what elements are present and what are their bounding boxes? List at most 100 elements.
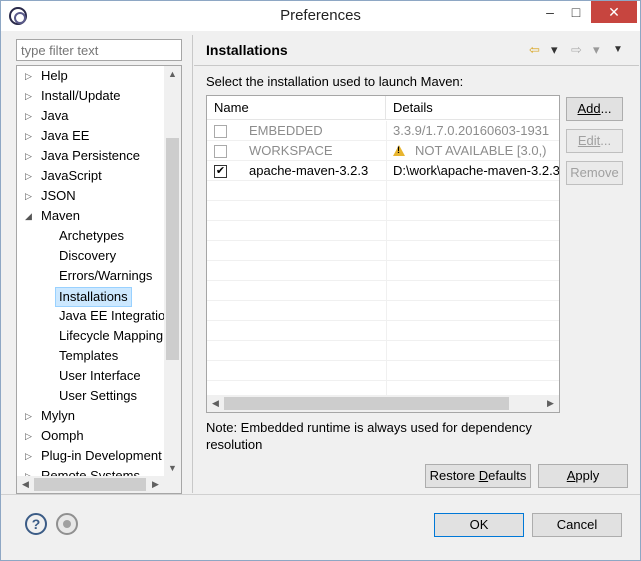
close-button[interactable]: ✕ — [591, 1, 637, 23]
forward-arrow-icon[interactable]: ⇨ — [571, 41, 582, 59]
filter-input[interactable] — [16, 39, 182, 61]
add-button-ellipsis: ... — [600, 101, 612, 116]
tree-item-label: Maven — [41, 208, 81, 223]
tree-horizontal-scrollbar[interactable]: ◀ ▶ — [17, 476, 181, 493]
column-separator — [386, 301, 387, 321]
scroll-corner — [164, 476, 181, 493]
tree-item-label: Java EE — [41, 128, 90, 143]
view-menu-icon[interactable]: ▼ — [613, 41, 623, 59]
oomph-record-icon[interactable] — [56, 513, 78, 535]
restore-defaults-button[interactable]: Restore Defaults — [425, 464, 531, 488]
scroll-up-icon[interactable]: ▲ — [164, 66, 181, 83]
apply-button[interactable]: Apply — [538, 464, 628, 488]
column-separator — [386, 181, 387, 201]
installation-checkbox[interactable] — [214, 145, 227, 158]
tree-item-label: User Settings — [59, 388, 138, 403]
installations-table: Name Details EMBEDDED 3.3.9/1.7.0.2016060… — [206, 95, 560, 413]
warning-icon — [393, 145, 405, 156]
expand-arrow-icon[interactable]: ▷ — [25, 167, 35, 185]
table-horizontal-scrollbar[interactable]: ◀ ▶ — [207, 395, 559, 412]
tree-item-label: Java Persistence — [41, 148, 140, 163]
cancel-button[interactable]: Cancel — [532, 513, 622, 537]
tree-item-label: Installations — [55, 287, 132, 307]
title-bar: Preferences – □ ✕ — [1, 1, 640, 31]
installation-checkbox[interactable]: ✔ — [214, 165, 227, 178]
restore-label-c: efaults — [488, 468, 527, 483]
installation-name: EMBEDDED — [249, 123, 323, 138]
tree-vertical-scrollbar[interactable]: ▲ ▼ — [164, 66, 181, 477]
tree-item-label: Help — [41, 68, 68, 83]
scroll-right-icon[interactable]: ▶ — [147, 476, 164, 493]
maximize-button[interactable]: □ — [563, 1, 589, 23]
installation-details-text: 3.3.9/1.7.0.20160603-1931 — [393, 123, 550, 138]
column-separator — [386, 161, 387, 181]
table-row[interactable]: ✔ apache-maven-3.2.3 D:\work\apache-maven-… — [207, 161, 559, 181]
expand-arrow-icon[interactable]: ▷ — [25, 147, 35, 165]
expand-arrow-icon[interactable]: ▷ — [25, 407, 35, 425]
expand-arrow-icon[interactable]: ▷ — [25, 447, 35, 465]
column-separator — [386, 201, 387, 221]
tree-item-label: Oomph — [41, 428, 84, 443]
panel-divider[interactable] — [192, 35, 193, 493]
tree-item-label: Java — [41, 108, 69, 123]
column-separator — [386, 121, 387, 141]
table-row[interactable]: WORKSPACE NOT AVAILABLE [3.0,) — [207, 141, 559, 161]
table-row[interactable]: EMBEDDED 3.3.9/1.7.0.20160603-1931 — [207, 121, 559, 141]
forward-menu-icon[interactable]: ▾ — [593, 41, 600, 59]
tree-item-label: Plug-in Development — [41, 448, 162, 463]
tree-item-label: Templates — [59, 348, 119, 363]
collapse-arrow-icon[interactable]: ◢ — [25, 207, 35, 225]
edit-button-label: Edit — [577, 133, 601, 148]
column-separator — [386, 341, 387, 361]
column-separator — [386, 261, 387, 281]
back-menu-icon[interactable]: ▾ — [551, 41, 558, 59]
tree-item-label: Java EE Integration — [59, 308, 173, 323]
tree-item-label: Discovery — [59, 248, 117, 263]
tree-item-label: Archetypes — [59, 228, 125, 243]
empty-table-row — [207, 201, 559, 221]
column-separator — [386, 321, 387, 341]
column-header-name[interactable]: Name — [207, 96, 386, 120]
tree-hscroll-thumb[interactable] — [34, 478, 146, 491]
expand-arrow-icon[interactable]: ▷ — [25, 187, 35, 205]
expand-arrow-icon[interactable]: ▷ — [25, 107, 35, 125]
minimize-button[interactable]: – — [537, 1, 563, 23]
scroll-left-icon[interactable]: ◀ — [207, 395, 224, 412]
installation-name: apache-maven-3.2.3 — [249, 163, 369, 178]
expand-arrow-icon[interactable]: ▷ — [25, 67, 35, 85]
installation-checkbox[interactable] — [214, 125, 227, 138]
edit-button-ellipsis: ... — [600, 133, 612, 148]
tree-item-label: Errors/Warnings — [59, 268, 153, 283]
expand-arrow-icon[interactable]: ▷ — [25, 87, 35, 105]
installation-details-text: D:\work\apache-maven-3.2.3 — [393, 163, 560, 178]
embedded-runtime-note: Note: Embedded runtime is always used fo… — [206, 420, 532, 452]
preferences-tree: ▷ Help ▷ Install/Update ▷ Java ▷ Java EE ▷ Java P… — [16, 65, 182, 494]
scroll-right-icon[interactable]: ▶ — [542, 395, 559, 412]
scroll-left-icon[interactable]: ◀ — [17, 476, 34, 493]
empty-table-row — [207, 261, 559, 281]
page-title: Installations — [206, 42, 288, 58]
header-divider — [194, 65, 639, 66]
add-button[interactable]: Add... — [566, 97, 623, 121]
expand-arrow-icon[interactable]: ▷ — [25, 427, 35, 445]
tree-item-label: User Interface — [59, 368, 141, 383]
add-button-label: Add — [577, 101, 601, 116]
table-hscroll-thumb[interactable] — [224, 397, 509, 410]
back-arrow-icon[interactable]: ⇦ — [529, 41, 540, 59]
installation-details: 3.3.9/1.7.0.20160603-1931 — [393, 121, 559, 141]
installation-details: NOT AVAILABLE [3.0,) — [393, 141, 559, 161]
empty-table-row — [207, 241, 559, 261]
help-icon[interactable]: ? — [25, 513, 47, 535]
tree-item-label: Lifecycle Mapping — [59, 328, 164, 343]
scroll-down-icon[interactable]: ▼ — [164, 460, 181, 477]
restore-label-a: Restore — [429, 468, 479, 483]
apply-label-b: pply — [575, 468, 600, 483]
edit-button[interactable]: Edit... — [566, 129, 623, 153]
ok-button[interactable]: OK — [434, 513, 524, 537]
empty-table-row — [207, 281, 559, 301]
expand-arrow-icon[interactable]: ▷ — [25, 127, 35, 145]
installation-details: D:\work\apache-maven-3.2.3 — [393, 161, 560, 181]
tree-scroll-thumb[interactable] — [166, 138, 179, 360]
remove-button[interactable]: Remove — [566, 161, 623, 185]
column-header-details[interactable]: Details — [386, 96, 559, 120]
